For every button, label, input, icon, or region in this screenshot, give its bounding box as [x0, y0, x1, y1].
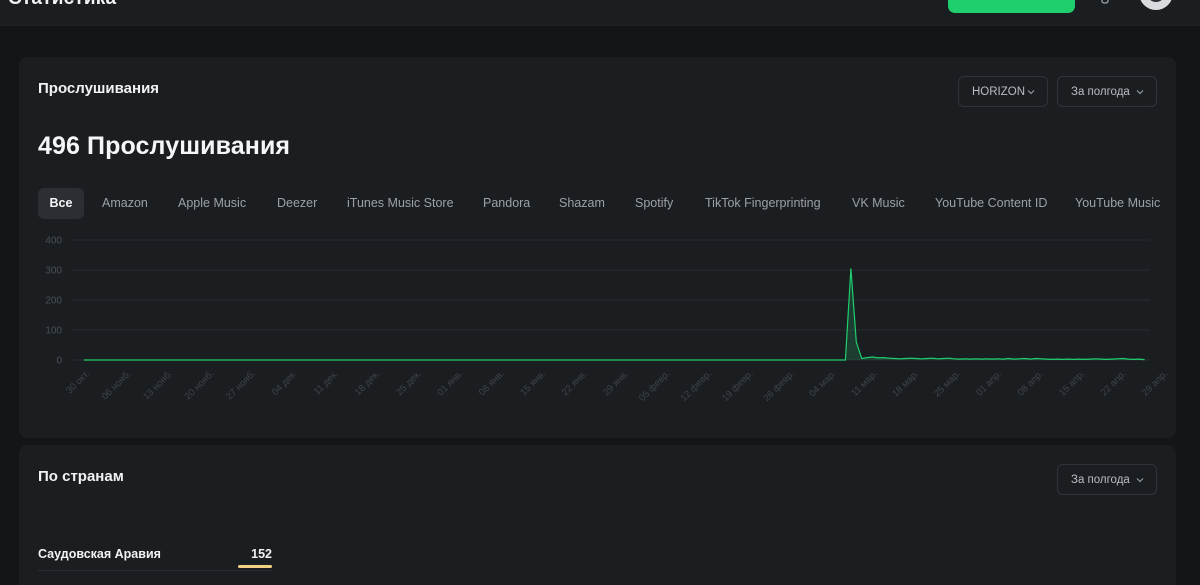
y-tick-label: 400 — [45, 236, 62, 247]
period-select[interactable]: За полгода — [1057, 76, 1157, 107]
source-select[interactable]: HORIZON — [958, 76, 1048, 107]
tab-pandora[interactable]: Pandora — [483, 188, 530, 219]
x-tick-label: 12 февр. — [678, 368, 714, 404]
tab-itunes[interactable]: iTunes Music Store — [347, 188, 454, 219]
x-tick-label: 08 янв. — [477, 368, 507, 398]
primary-action-button[interactable] — [948, 0, 1075, 13]
x-tick-label: 15 апр. — [1057, 368, 1087, 398]
countries-period-value: За полгода — [1071, 473, 1130, 486]
x-tick-label: 18 дек. — [353, 368, 383, 398]
x-tick-label: 19 февр. — [720, 368, 756, 404]
tab-vk-music[interactable]: VK Music — [852, 188, 905, 219]
page-title: Статистика — [8, 0, 116, 10]
series-area — [84, 268, 1145, 360]
x-tick-label: 15 янв. — [518, 368, 548, 398]
notification-bell-icon[interactable] — [1099, 0, 1111, 6]
x-tick-label: 11 дек. — [312, 368, 341, 397]
countries-title: По странам — [38, 468, 124, 485]
period-select-value: За полгода — [1071, 85, 1130, 98]
countries-card: По странам За полгода Саудовская Аравия … — [19, 445, 1176, 585]
x-tick-label: 06 нояб. — [100, 368, 134, 402]
x-tick-label: 20 нояб. — [183, 368, 217, 402]
x-tick-label: 22 янв. — [560, 368, 590, 398]
countries-period-select[interactable]: За полгода — [1057, 464, 1157, 495]
y-tick-label: 300 — [45, 266, 62, 277]
tab-spotify[interactable]: Spotify — [635, 188, 673, 219]
series-line — [84, 268, 1145, 361]
country-bar — [238, 565, 272, 568]
x-tick-label: 04 мар. — [807, 368, 838, 399]
listens-title: Прослушивания — [38, 80, 160, 97]
tab-deezer[interactable]: Deezer — [277, 188, 317, 219]
x-tick-label: 22 апр. — [1099, 368, 1129, 398]
tab-tiktok[interactable]: TikTok Fingerprinting — [705, 188, 821, 219]
listens-card: Прослушивания HORIZON За полгода 496 Про… — [19, 57, 1176, 438]
chevron-down-icon — [1136, 478, 1144, 483]
source-select-value: HORIZON — [972, 85, 1026, 98]
country-name: Саудовская Аравия — [38, 547, 161, 561]
country-value: 152 — [251, 547, 272, 561]
top-bar: Статистика — [0, 0, 1200, 26]
x-tick-label: 26 февр. — [761, 368, 797, 404]
x-tick-label: 13 нояб. — [141, 368, 175, 402]
x-tick-label: 01 янв. — [435, 368, 465, 398]
listens-chart: 0 100 200 300 400 30 окт. 06 нояб. 13 нояб. 20 н… — [45, 236, 1170, 404]
x-tick-label: 29 апр. — [1140, 368, 1170, 398]
y-tick-label: 100 — [45, 326, 62, 337]
tab-all[interactable]: Все — [38, 188, 84, 219]
chevron-down-icon — [1136, 90, 1144, 95]
y-tick-label: 200 — [45, 296, 62, 307]
tab-youtube-content-id[interactable]: YouTube Content ID — [935, 188, 1047, 219]
tab-youtube-music[interactable]: YouTube Music — [1075, 188, 1160, 219]
x-tick-label: 08 апр. — [1016, 368, 1046, 398]
avatar[interactable] — [1139, 0, 1173, 10]
x-tick-label: 29 янв. — [601, 368, 631, 398]
x-tick-label: 30 окт. — [64, 368, 92, 396]
x-tick-label: 01 апр. — [974, 368, 1004, 398]
platform-tabs: Все Amazon Apple Music Deezer iTunes Mus… — [38, 188, 1163, 219]
tab-amazon[interactable]: Amazon — [102, 188, 148, 219]
x-tick-label: 25 дек. — [394, 368, 424, 398]
x-tick-label: 25 мар. — [932, 368, 963, 399]
x-tick-label: 27 нояб. — [224, 368, 258, 402]
total-listens: 496 Прослушивания — [38, 132, 291, 160]
tab-shazam[interactable]: Shazam — [559, 188, 605, 219]
x-tick-label: 05 февр. — [637, 368, 673, 404]
x-tick-label: 11 мар. — [849, 368, 880, 399]
y-tick-label: 0 — [56, 356, 62, 367]
x-tick-label: 18 мар. — [890, 368, 921, 399]
chevron-down-icon — [1027, 90, 1035, 95]
x-tick-label: 04 дек. — [270, 368, 300, 398]
country-row[interactable]: Саудовская Аравия 152 — [38, 545, 272, 571]
tab-apple-music[interactable]: Apple Music — [178, 188, 246, 219]
